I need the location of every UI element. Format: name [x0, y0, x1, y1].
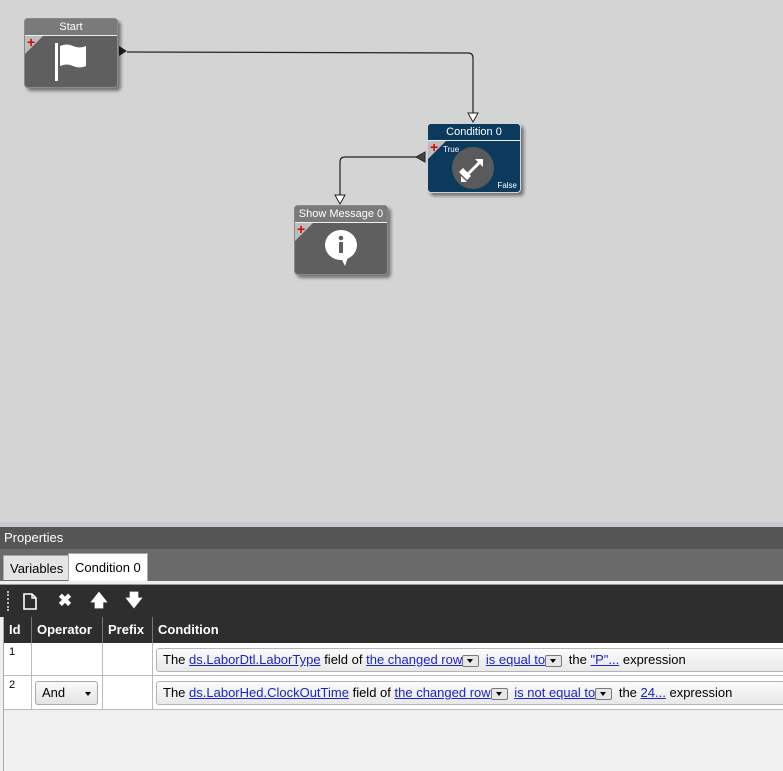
show-message-node-title: Show Message 0 [295, 206, 387, 223]
operator-select[interactable]: And [35, 681, 98, 705]
start-node[interactable]: Start + [24, 18, 118, 88]
row-operator: And [32, 676, 103, 710]
value-link[interactable]: "P"... [590, 652, 619, 667]
move-down-button[interactable]: 🡇 [122, 589, 146, 613]
row-id: 1 [4, 643, 32, 676]
show-message-node[interactable]: Show Message 0 + [294, 205, 388, 275]
new-button[interactable] [18, 589, 42, 613]
condition-arrows-icon [452, 147, 494, 189]
arrowhead-show-message [334, 194, 346, 206]
condition-text: the [618, 685, 637, 700]
condition-expression: The ds.LaborDtl.LaborType field of the c… [156, 648, 783, 672]
grid-toolbar: ✖ 🡅 🡇 [0, 584, 783, 617]
connector-condition-message [339, 156, 416, 196]
tab-bar: Variables Condition 0 [0, 549, 783, 581]
condition-text: The [163, 685, 186, 700]
add-icon[interactable]: + [27, 35, 35, 49]
condition-text: the [568, 652, 587, 667]
connector-start-condition [126, 51, 474, 114]
field-link[interactable]: ds.LaborHed.ClockOutTime [189, 685, 349, 700]
row-prefix[interactable] [103, 643, 153, 676]
delete-button[interactable]: ✖ [53, 589, 77, 613]
condition-text: The [163, 652, 186, 667]
operator-value: And [42, 685, 66, 700]
column-header-prefix[interactable]: Prefix [103, 617, 153, 643]
add-icon[interactable]: + [430, 140, 438, 154]
condition-text: expression [622, 652, 686, 667]
delete-icon: ✖ [57, 591, 73, 610]
move-up-button[interactable]: 🡅 [87, 589, 111, 613]
row-operator[interactable] [32, 643, 103, 676]
condition-node[interactable]: Condition 0 + True False [427, 123, 521, 193]
field-link[interactable]: ds.LaborDtl.LaborType [189, 652, 321, 667]
row-condition-cell: The ds.LaborDtl.LaborType field of the c… [153, 643, 783, 676]
info-bubble-icon [325, 230, 357, 266]
output-port-start [119, 46, 127, 56]
flag-icon [55, 43, 86, 81]
condition-node-title: Condition 0 [428, 124, 520, 141]
arrowhead-condition [467, 112, 479, 124]
condition-text: expression [669, 685, 733, 700]
properties-header: Properties [0, 527, 783, 549]
column-header-condition[interactable]: Condition [153, 617, 783, 643]
column-header-id[interactable]: Id [4, 617, 32, 643]
workflow-canvas[interactable]: Start + Condition 0 + True False Show Me… [0, 0, 783, 522]
row-source-link[interactable]: the changed row [395, 685, 491, 700]
tab-condition[interactable]: Condition 0 [68, 553, 148, 581]
condition-text: field of [324, 652, 363, 667]
row-prefix[interactable] [103, 676, 153, 710]
toolbar-grip[interactable] [7, 591, 13, 611]
false-branch-label: False [497, 181, 517, 190]
comparison-link[interactable]: is equal to [486, 652, 545, 667]
row-condition-cell: The ds.LaborHed.ClockOutTime field of th… [153, 676, 783, 710]
start-node-title: Start [25, 19, 117, 36]
condition-text: field of [352, 685, 391, 700]
chevron-down-icon [85, 692, 91, 696]
comparison-link[interactable]: is not equal to [514, 685, 595, 700]
comparison-dropdown-icon[interactable] [595, 687, 613, 700]
row-source-dropdown-icon[interactable] [462, 654, 480, 667]
row-id: 2 [4, 676, 32, 710]
add-icon[interactable]: + [297, 222, 305, 236]
column-header-operator[interactable]: Operator [32, 617, 103, 643]
move-up-icon: 🡅 [90, 591, 108, 610]
tab-variables[interactable]: Variables [3, 555, 71, 580]
properties-panel: Properties Variables Condition 0 ✖ 🡅 🡇 I… [0, 522, 783, 771]
comparison-dropdown-icon[interactable] [545, 654, 563, 667]
condition-expression: The ds.LaborHed.ClockOutTime field of th… [156, 681, 783, 705]
value-link[interactable]: 24... [641, 685, 666, 700]
conditions-grid: Id Operator Prefix Condition 1 The ds.La… [3, 617, 783, 771]
row-source-dropdown-icon[interactable] [490, 687, 508, 700]
output-port-condition-true [414, 151, 426, 163]
new-icon [23, 593, 37, 610]
move-down-icon: 🡇 [125, 591, 143, 610]
row-source-link[interactable]: the changed row [366, 652, 462, 667]
